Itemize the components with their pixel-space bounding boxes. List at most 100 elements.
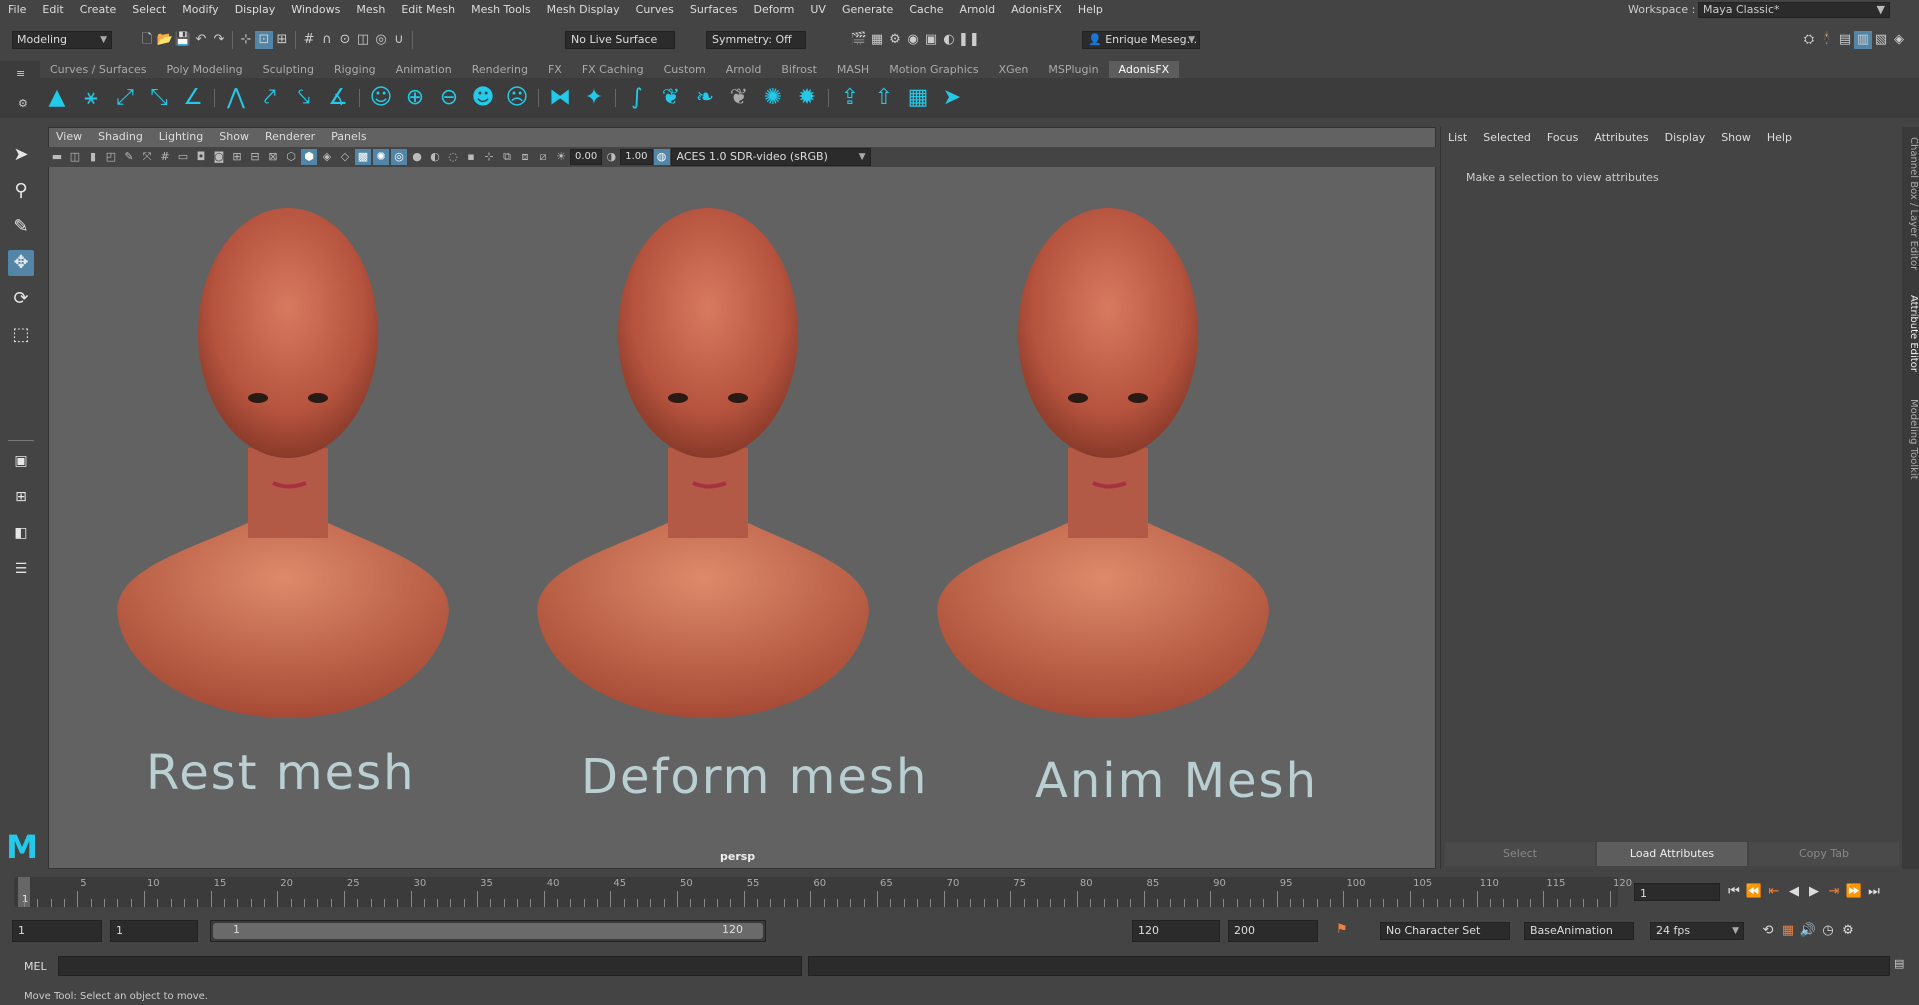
outliner-icon[interactable]: ☰: [8, 556, 34, 582]
viewport-menu-view[interactable]: View: [48, 128, 90, 146]
field-chart-icon[interactable]: ⊞: [229, 149, 245, 165]
snap-curve-icon[interactable]: ∩: [318, 31, 336, 49]
adonis-face-icon[interactable]: ☺: [367, 84, 395, 112]
safe-action-icon[interactable]: ⊟: [247, 149, 263, 165]
shelf-tab-msplugin[interactable]: MSPlugin: [1038, 61, 1108, 78]
view-transform-dropdown[interactable]: ACES 1.0 SDR-video (sRGB) ▼: [670, 148, 871, 166]
shelf-tab-sculpting[interactable]: Sculpting: [253, 61, 324, 78]
layers-icon[interactable]: ◈: [1890, 31, 1908, 49]
menu-curves[interactable]: Curves: [628, 0, 682, 20]
adonis-leaf-icon[interactable]: ❦: [657, 84, 685, 112]
lasso-tool-icon[interactable]: ⚲: [8, 178, 34, 204]
auto-key-icon[interactable]: ⚑: [1336, 922, 1348, 937]
adonis-fibers-icon[interactable]: ⤢: [111, 84, 139, 112]
symmetry-dropdown[interactable]: Symmetry: Off: [706, 31, 806, 49]
adonis-bones-icon[interactable]: ⚹: [77, 84, 105, 112]
tab-modeling-toolkit[interactable]: Modeling Toolkit: [1902, 399, 1919, 480]
range-slider-handle[interactable]: [213, 923, 763, 939]
resolution-gate-icon[interactable]: ◘: [193, 149, 209, 165]
menu-mesh-tools[interactable]: Mesh Tools: [463, 0, 539, 20]
snap-live-icon[interactable]: ◎: [372, 31, 390, 49]
adonis-paint-icon[interactable]: ⤤: [256, 84, 284, 112]
live-surface-field[interactable]: No Live Surface: [565, 31, 675, 49]
ambient-occlusion-icon[interactable]: ●: [409, 149, 425, 165]
menu-adonisfx[interactable]: AdonisFX: [1003, 0, 1070, 20]
xray-joints-icon[interactable]: ⧉: [499, 149, 515, 165]
color-management-icon[interactable]: ◍: [653, 149, 670, 165]
shelf-tab-poly-modeling[interactable]: Poly Modeling: [157, 61, 253, 78]
menu-uv[interactable]: UV: [802, 0, 834, 20]
paint-select-icon[interactable]: ✎: [8, 214, 34, 240]
snap-magnet-icon[interactable]: ∪: [390, 31, 408, 49]
menu-windows[interactable]: Windows: [283, 0, 348, 20]
adonis-leaf-arrow-icon[interactable]: ❧: [691, 84, 719, 112]
script-editor-icon[interactable]: ▤: [1894, 957, 1904, 970]
shelf-tab-curves-surfaces[interactable]: Curves / Surfaces: [40, 61, 157, 78]
go-to-start-icon[interactable]: ⏮: [1724, 883, 1744, 901]
adonis-mask-icon[interactable]: ☹: [503, 84, 531, 112]
adonis-constraint-icon[interactable]: ∠: [179, 84, 207, 112]
range-slider[interactable]: 1 120: [210, 920, 766, 942]
anim-layer-dropdown[interactable]: BaseAnimation: [1524, 922, 1634, 940]
ae-menu-selected[interactable]: Selected: [1475, 129, 1539, 147]
exposure-icon[interactable]: ☀: [553, 149, 569, 165]
select-by-object-icon[interactable]: ⊡: [255, 31, 273, 49]
menu-select[interactable]: Select: [124, 0, 174, 20]
adonis-figure-icon[interactable]: ✦: [580, 84, 608, 112]
render-sequence-icon[interactable]: ▦: [868, 31, 886, 49]
viewport-menu-show[interactable]: Show: [211, 128, 257, 146]
use-all-lights-icon[interactable]: ✺: [373, 149, 389, 165]
snap-view-plane-icon[interactable]: ◫: [354, 31, 372, 49]
xray-icon[interactable]: ◇: [337, 149, 353, 165]
textured-icon[interactable]: ▩: [355, 149, 371, 165]
playback-start-field[interactable]: 1: [110, 920, 198, 942]
fps-dropdown[interactable]: 24 fps ▼: [1650, 922, 1744, 940]
step-back-frame-icon[interactable]: ⇤: [1764, 883, 1784, 901]
tool-settings-icon[interactable]: ▥: [1854, 31, 1872, 49]
backface-culling-icon[interactable]: ⧄: [535, 149, 551, 165]
new-scene-icon[interactable]: 🗋: [138, 31, 156, 49]
ae-menu-show[interactable]: Show: [1713, 129, 1759, 147]
channel-box-icon[interactable]: ▧: [1872, 31, 1890, 49]
playback-end-field[interactable]: 120: [1132, 920, 1220, 942]
menu-edit-mesh[interactable]: Edit Mesh: [393, 0, 463, 20]
step-forward-key-icon[interactable]: ⏩: [1844, 883, 1864, 901]
shelf-tabs-menu-icon[interactable]: ≡: [16, 67, 25, 80]
adonis-skeleton-icon[interactable]: ⋀: [222, 84, 250, 112]
shelf-tab-xgen[interactable]: XGen: [989, 61, 1039, 78]
shelf-tab-motion-graphics[interactable]: Motion Graphics: [879, 61, 988, 78]
ae-menu-attributes[interactable]: Attributes: [1586, 129, 1656, 147]
shelf-tab-mash[interactable]: MASH: [827, 61, 879, 78]
tab-attribute-editor[interactable]: Attribute Editor: [1902, 295, 1919, 372]
adonis-attach-icon[interactable]: ⤡: [145, 84, 173, 112]
viewport-menu-renderer[interactable]: Renderer: [257, 128, 323, 146]
adonis-target-icon[interactable]: ⊕: [401, 84, 429, 112]
load-attributes-button[interactable]: Load Attributes: [1597, 842, 1747, 866]
grid-icon[interactable]: #: [157, 149, 173, 165]
step-back-key-icon[interactable]: ⏪: [1744, 883, 1764, 901]
modeling-toolkit-icon[interactable]: ⛭: [1800, 31, 1818, 49]
redo-icon[interactable]: ↷: [210, 31, 228, 49]
single-perspective-view-icon[interactable]: ▣: [8, 448, 34, 474]
xray-active-icon[interactable]: ⧈: [517, 149, 533, 165]
select-button[interactable]: Select: [1445, 842, 1595, 866]
adonis-ring-icon[interactable]: ⊖: [435, 84, 463, 112]
viewport-menu-shading[interactable]: Shading: [90, 128, 151, 146]
open-scene-icon[interactable]: 📂: [156, 31, 174, 49]
menu-mesh[interactable]: Mesh: [348, 0, 393, 20]
menuset-dropdown[interactable]: Modeling ▼: [12, 31, 112, 49]
select-camera-icon[interactable]: ▬: [49, 149, 65, 165]
anim-mesh-head[interactable]: [937, 208, 1269, 718]
menu-create[interactable]: Create: [72, 0, 125, 20]
go-to-end-icon[interactable]: ⏭: [1864, 883, 1884, 901]
tab-channel-box[interactable]: Channel Box / Layer Editor: [1902, 137, 1919, 270]
cache-icon[interactable]: ▦: [1778, 922, 1798, 940]
step-forward-frame-icon[interactable]: ⇥: [1824, 883, 1844, 901]
rotate-tool-icon[interactable]: ⟳: [8, 286, 34, 312]
exposure-field[interactable]: 0.00: [570, 149, 603, 165]
hypershade-icon[interactable]: ◉: [904, 31, 922, 49]
menu-edit[interactable]: Edit: [34, 0, 71, 20]
snap-grid-icon[interactable]: #: [300, 31, 318, 49]
select-tool-icon[interactable]: ➤: [8, 142, 34, 168]
menu-help[interactable]: Help: [1070, 0, 1111, 20]
